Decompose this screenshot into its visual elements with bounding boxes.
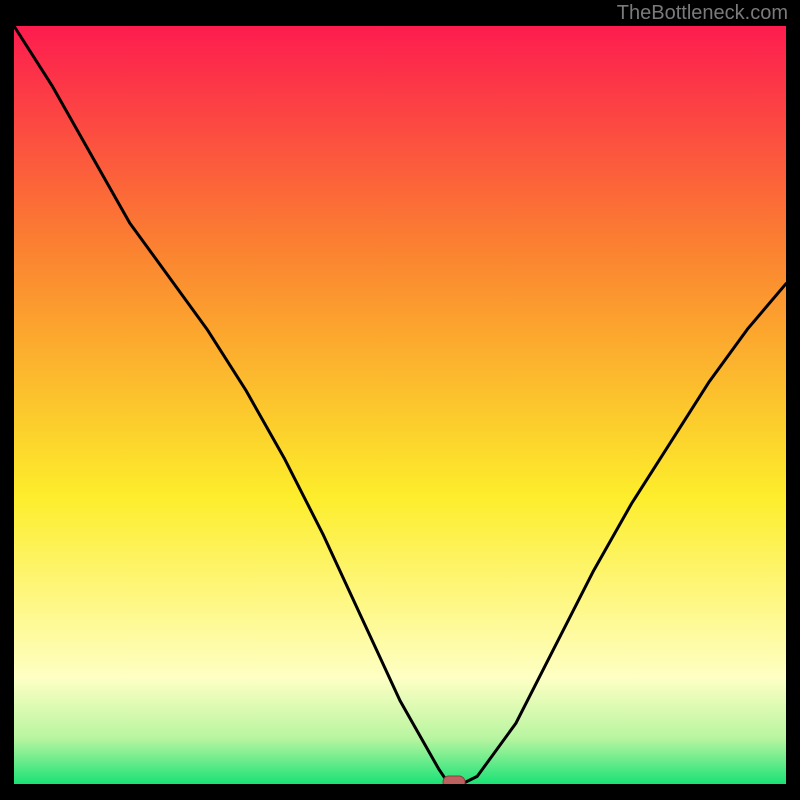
gradient-background xyxy=(14,26,786,784)
site-watermark: TheBottleneck.com xyxy=(617,2,788,25)
bottleneck-chart xyxy=(14,26,786,784)
optimal-point-marker xyxy=(443,776,465,784)
